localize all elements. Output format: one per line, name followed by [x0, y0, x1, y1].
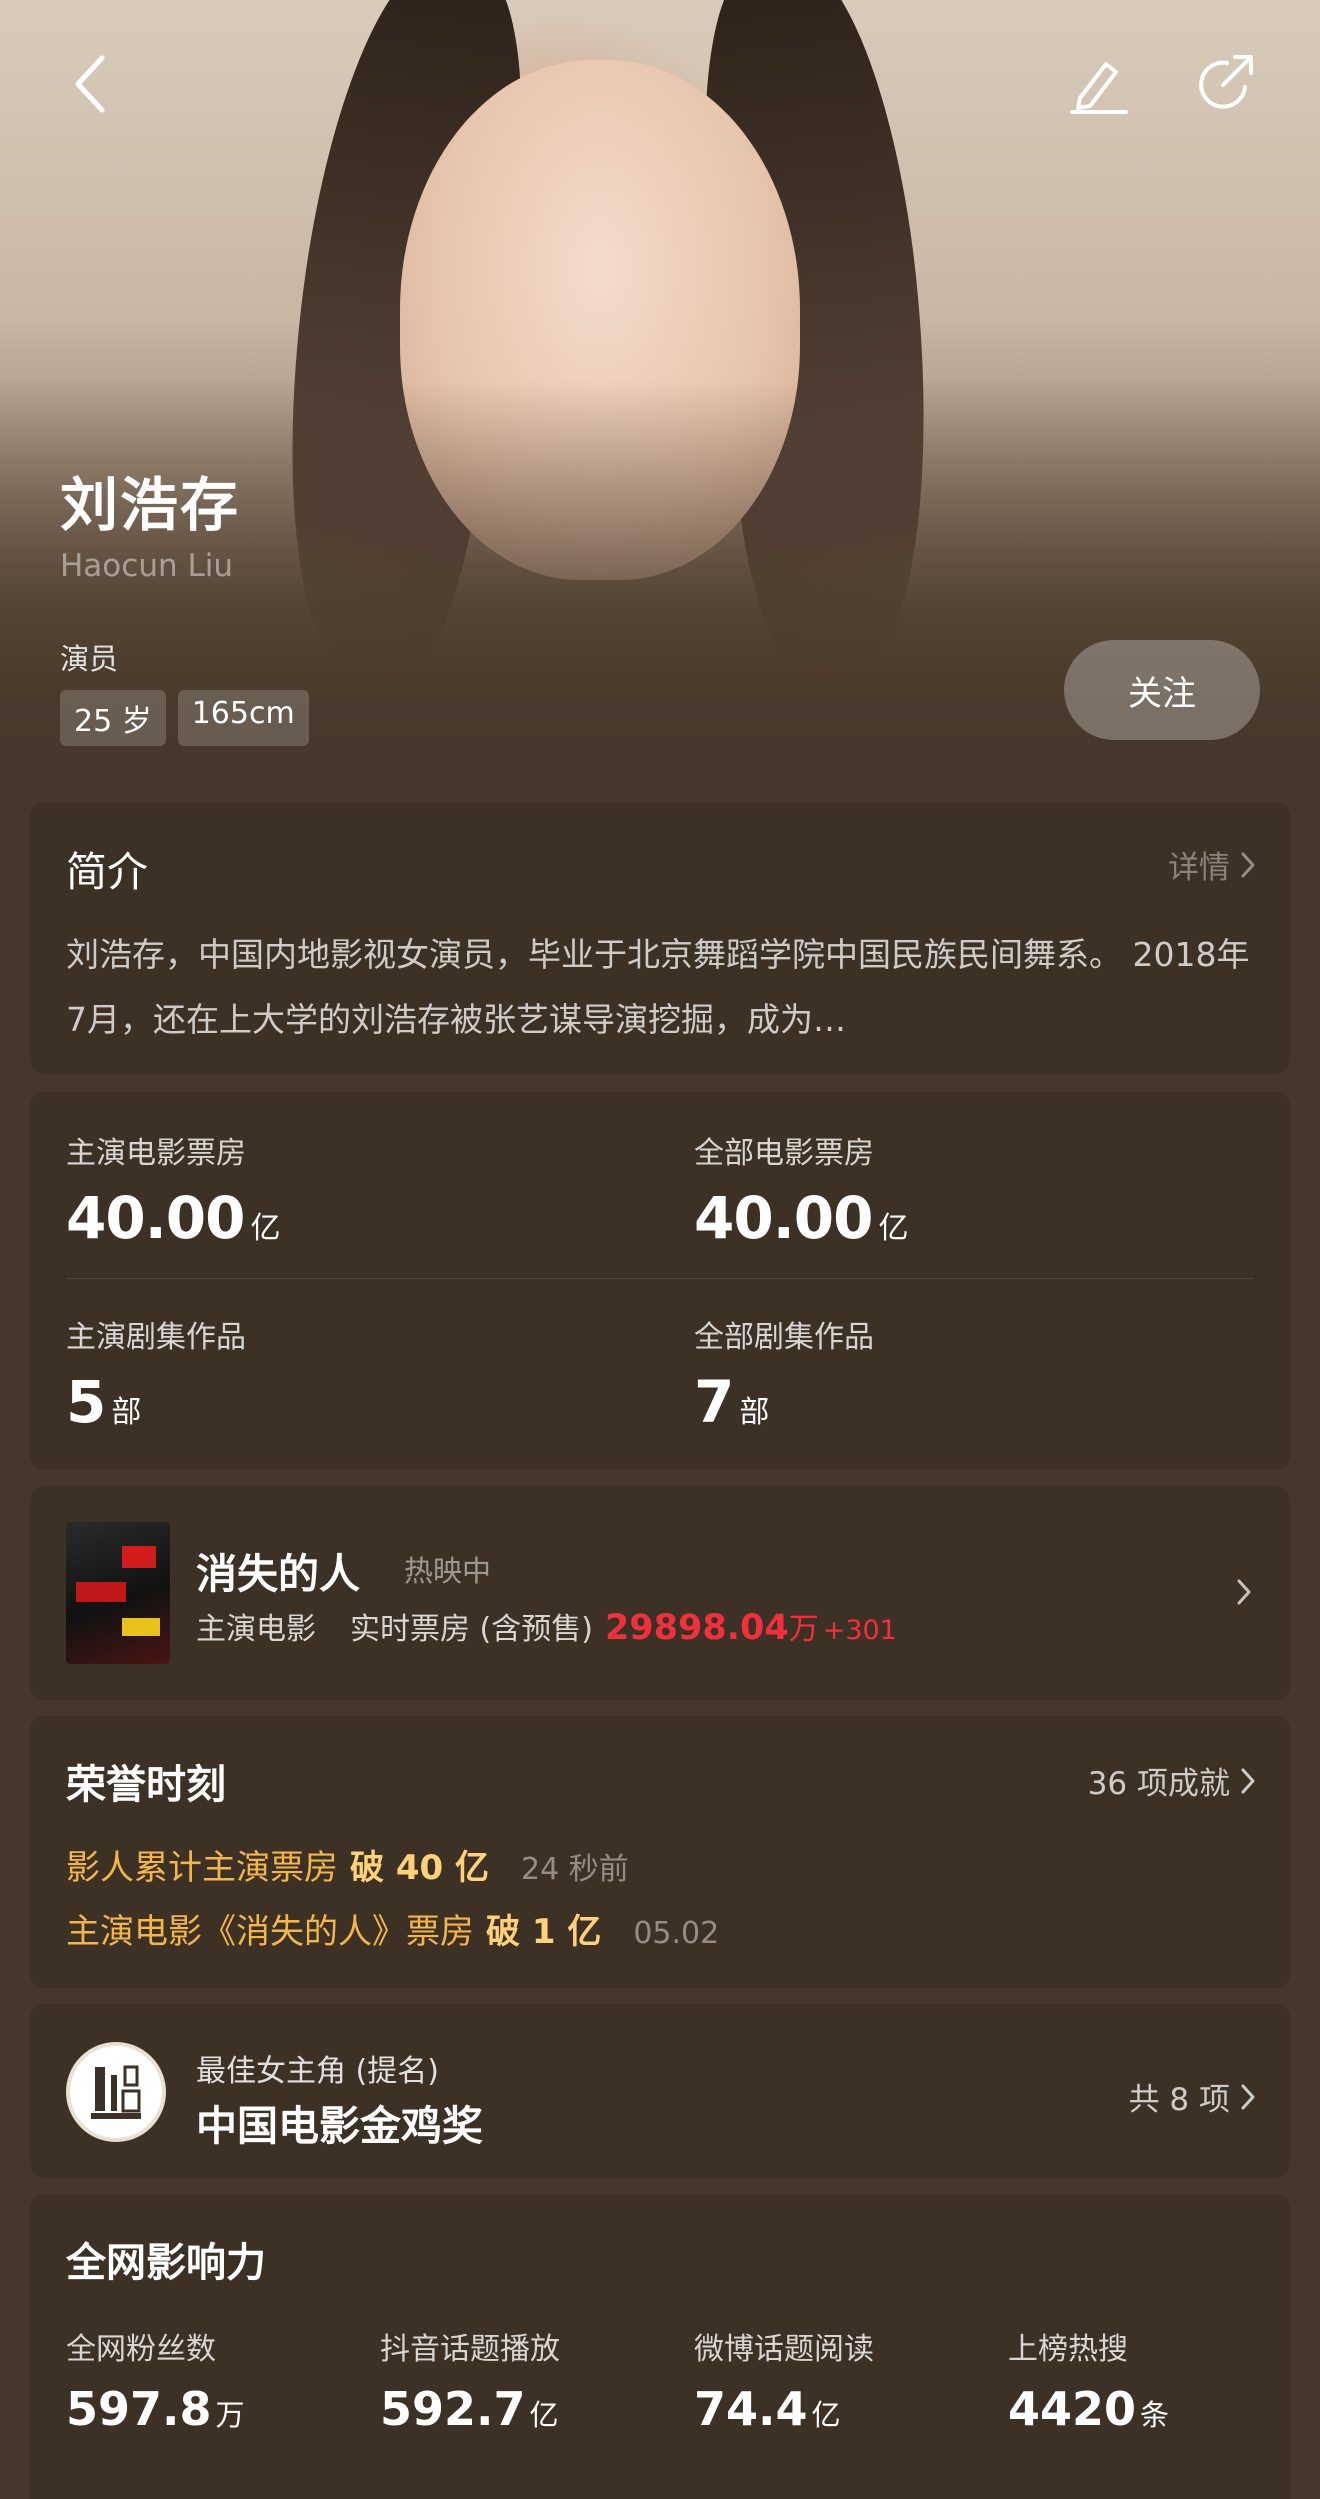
box-office-card: 主演电影票房 40.00 亿 全部电影票房 40.00 亿 主演剧集作品 5部 全部… [30, 1092, 1290, 1470]
honor-text: 主演电影《消失的人》票房 [66, 1912, 474, 1952]
award-more-link[interactable]: 共 8 项 [1129, 2074, 1256, 2119]
influence-label: 上榜热搜 [1008, 2332, 1128, 2367]
current-movie-card[interactable]: 消失的人 热映中 主演电影 实时票房 (含预售) 29898.04 万 +301 [30, 1486, 1290, 1700]
influence-number: 597.8 [66, 2382, 212, 2436]
award-emblem-icon [91, 2065, 141, 2119]
stat-label: 主演电影票房 [66, 1136, 246, 1171]
stat-lead-series[interactable]: 主演剧集作品 5部 [66, 1312, 246, 1436]
honor-text: 影人累计主演票房 [66, 1848, 338, 1888]
influence-unit: 亿 [811, 2398, 841, 2432]
influence-label: 全网粉丝数 [66, 2332, 216, 2367]
influence-number: 592.7 [380, 2382, 526, 2436]
honor-more-label: 36 项成就 [1087, 1766, 1230, 1802]
stat-unit: 亿 [250, 1211, 280, 1246]
stats-divider [66, 1278, 1254, 1279]
influence-weibo[interactable]: 微博话题阅读 74.4 亿 [694, 2324, 874, 2436]
stat-label: 全部剧集作品 [694, 1320, 874, 1355]
golden-rooster-logo [66, 2042, 166, 2142]
stat-number: 7 [694, 1368, 734, 1436]
poster-red-block [76, 1582, 126, 1602]
stat-unit: 部 [111, 1395, 141, 1430]
stat-all-series[interactable]: 全部剧集作品 7部 [694, 1312, 874, 1436]
honor-item: 主演电影《消失的人》票房 破 1 亿 05.02 [66, 1904, 719, 1953]
chevron-right-icon [1237, 1579, 1251, 1605]
stat-value: 40.00 亿 [66, 1184, 280, 1252]
stat-label: 全部电影票房 [694, 1136, 874, 1171]
intro-details-label: 详情 [1168, 850, 1230, 886]
intro-details-link[interactable]: 详情 [1168, 842, 1256, 887]
stat-number: 40.00 [66, 1184, 245, 1252]
stat-lead-movie-box[interactable]: 主演电影票房 40.00 亿 [66, 1128, 280, 1252]
movie-status: 热映中 [404, 1554, 492, 1588]
actor-tags: 25 岁 165cm [60, 690, 309, 746]
intro-text: 刘浩存，中国内地影视女演员，毕业于北京舞蹈学院中国民族民间舞系。 2018年7月… [66, 935, 1250, 1039]
actor-english-name: Haocun Liu [60, 548, 233, 584]
honor-time: 05.02 [633, 1916, 720, 1951]
award-category: 最佳女主角 (提名) [196, 2054, 439, 2089]
share-button[interactable] [1186, 44, 1266, 124]
stat-unit: 亿 [878, 1211, 908, 1246]
intro-card[interactable]: 简介 详情 刘浩存，中国内地影视女演员，毕业于北京舞蹈学院中国民族民间舞系。 2… [30, 802, 1290, 1074]
honor-title: 荣誉时刻 [66, 1762, 226, 1808]
award-more-label: 共 8 项 [1128, 2082, 1230, 2118]
box-office-label: 实时票房 (含预售) [350, 1612, 593, 1647]
follow-button[interactable]: 关注 [1064, 640, 1260, 740]
influence-hot-search[interactable]: 上榜热搜 4420 条 [1008, 2324, 1169, 2436]
age-tag: 25 岁 [60, 690, 166, 746]
stat-value: 7部 [694, 1368, 874, 1436]
box-office-value: 29898.04 [604, 1608, 789, 1648]
influence-label: 微博话题阅读 [694, 2332, 874, 2367]
stat-value: 40.00 亿 [694, 1184, 908, 1252]
honor-highlight: 破 1 亿 [486, 1912, 602, 1952]
share-icon [1199, 55, 1253, 109]
edit-button[interactable] [1058, 44, 1138, 124]
influence-unit: 条 [1140, 2398, 1170, 2432]
influence-value: 597.8 万 [66, 2382, 245, 2436]
stat-number: 5 [66, 1368, 106, 1436]
chevron-right-icon [1241, 1768, 1255, 1793]
honor-highlight: 破 40 亿 [350, 1848, 489, 1888]
poster-red-block [122, 1546, 156, 1568]
actor-role: 演员 [60, 642, 119, 676]
influence-title: 全网影响力 [66, 2240, 266, 2286]
stat-number: 40.00 [694, 1184, 873, 1252]
box-office-increase: +301 [822, 1615, 897, 1646]
influence-value: 4420 条 [1008, 2382, 1169, 2436]
influence-fans[interactable]: 全网粉丝数 597.8 万 [66, 2324, 245, 2436]
honor-card[interactable]: 荣誉时刻 36 项成就 影人累计主演票房 破 40 亿 24 秒前 主演电影《消… [30, 1716, 1290, 1988]
movie-title: 消失的人 [196, 1550, 360, 1598]
box-office-unit: 万 [788, 1612, 819, 1647]
poster-yellow-block [122, 1618, 160, 1636]
movie-poster [66, 1522, 170, 1664]
height-tag: 165cm [177, 690, 309, 746]
influence-unit: 亿 [529, 2398, 559, 2432]
award-card[interactable]: 最佳女主角 (提名) 中国电影金鸡奖 共 8 项 [30, 2004, 1290, 2178]
chevron-right-icon [1241, 852, 1255, 877]
stat-label: 主演剧集作品 [66, 1320, 246, 1355]
actor-name: 刘浩存 [60, 471, 241, 539]
influence-card: 全网影响力 全网粉丝数 597.8 万 抖音话题播放 592.7 亿 微博话题阅读 … [30, 2194, 1290, 2499]
influence-number: 74.4 [694, 2382, 808, 2436]
stat-all-movie-box[interactable]: 全部电影票房 40.00 亿 [694, 1128, 908, 1252]
influence-number: 4420 [1008, 2382, 1137, 2436]
award-name: 中国电影金鸡奖 [196, 2102, 483, 2150]
honor-more-link[interactable]: 36 项成就 [1088, 1758, 1256, 1803]
influence-value: 592.7 亿 [380, 2382, 560, 2436]
influence-douyin[interactable]: 抖音话题播放 592.7 亿 [380, 2324, 560, 2436]
intro-title: 简介 [66, 848, 148, 896]
movie-type: 主演电影 [196, 1612, 316, 1647]
honor-time: 24 秒前 [521, 1852, 629, 1887]
influence-label: 抖音话题播放 [380, 2332, 560, 2367]
back-button[interactable] [50, 44, 130, 124]
movie-meta: 主演电影 实时票房 (含预售) 29898.04 万 +301 [196, 1604, 897, 1648]
influence-unit: 万 [215, 2398, 245, 2432]
pencil-icon [1070, 62, 1128, 114]
influence-value: 74.4 亿 [694, 2382, 874, 2436]
chevron-left-icon [75, 55, 105, 113]
stat-unit: 部 [739, 1395, 769, 1430]
chevron-right-icon [1241, 2084, 1255, 2109]
stat-value: 5部 [66, 1368, 246, 1436]
honor-item: 影人累计主演票房 破 40 亿 24 秒前 [66, 1840, 629, 1889]
